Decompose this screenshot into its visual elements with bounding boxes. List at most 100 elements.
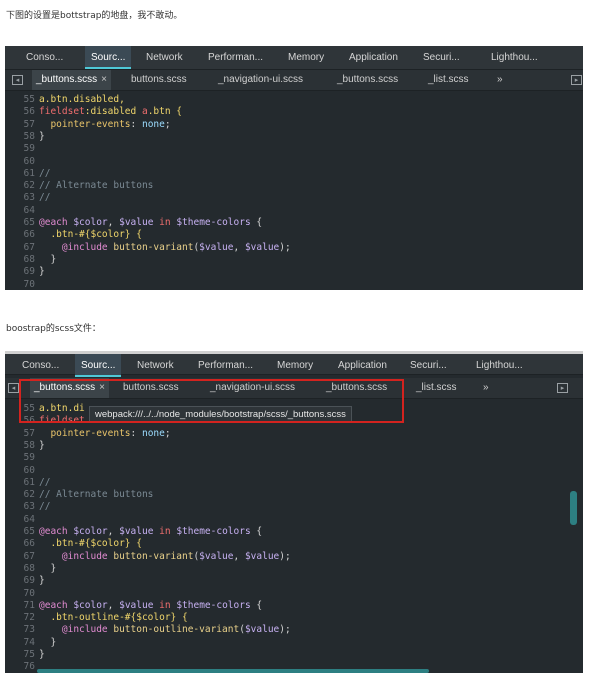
code-text: } bbox=[39, 131, 45, 142]
code-editor-1[interactable]: 55 a.btn.disabled, 56 fieldset:disabled a.b… bbox=[5, 94, 583, 290]
tab-console[interactable]: Conso... bbox=[22, 354, 59, 377]
code-text: @each $color, $value in $theme-colors { bbox=[39, 526, 262, 537]
code-editor-2[interactable]: 55 a.btn.di 56 fieldset 57 pointer-events: n… bbox=[5, 403, 583, 673]
line-number[interactable]: 61 bbox=[5, 477, 35, 488]
line-number[interactable]: 67 bbox=[5, 551, 35, 562]
line-number[interactable]: 65 bbox=[5, 526, 35, 537]
code-text: fieldset:disabled a.btn { bbox=[39, 106, 182, 117]
tab-lighthouse[interactable]: Lighthou... bbox=[476, 354, 523, 377]
line-number[interactable]: 68 bbox=[5, 254, 35, 265]
line-number[interactable]: 55 bbox=[5, 94, 35, 105]
more-tabs-button[interactable]: » bbox=[497, 70, 503, 90]
line-number[interactable]: 60 bbox=[5, 156, 35, 167]
code-token: .btn-#{$color} { bbox=[39, 538, 142, 550]
code-token: @each bbox=[39, 217, 74, 228]
scrollbar-thumb[interactable] bbox=[570, 491, 577, 525]
code-token: } bbox=[39, 439, 45, 451]
code-token: $color bbox=[73, 526, 108, 537]
code-token: none bbox=[141, 427, 165, 439]
devtools-panel-2: Conso... Sourc... Network Performan... M… bbox=[5, 351, 583, 673]
tab-application[interactable]: Application bbox=[349, 46, 398, 69]
line-number[interactable]: 57 bbox=[5, 119, 35, 130]
code-token: : bbox=[130, 427, 142, 439]
code-token: a.btn.disabled, bbox=[39, 94, 125, 105]
tab-application[interactable]: Application bbox=[338, 354, 387, 377]
line-number[interactable]: 59 bbox=[5, 143, 35, 154]
toggle-debugger-icon[interactable]: ▸ bbox=[571, 75, 582, 85]
code-text: @each $color, $value in $theme-colors { bbox=[39, 600, 262, 611]
line-number[interactable]: 72 bbox=[5, 612, 35, 623]
file-tab-buttons[interactable]: buttons.scss bbox=[131, 70, 187, 90]
line-number[interactable]: 56 bbox=[5, 106, 35, 117]
line-number[interactable]: 69 bbox=[5, 575, 35, 586]
line-number[interactable]: 71 bbox=[5, 600, 35, 611]
tab-network[interactable]: Network bbox=[146, 46, 183, 69]
code-token: , bbox=[107, 526, 120, 537]
line-number[interactable]: 59 bbox=[5, 452, 35, 463]
line-number[interactable]: 73 bbox=[5, 624, 35, 635]
code-token: ; bbox=[164, 118, 171, 130]
code-token: // Alternate buttons bbox=[39, 180, 154, 192]
code-token: ; bbox=[164, 427, 171, 439]
caption-middle: boostrap的scss文件： bbox=[6, 324, 101, 334]
line-number[interactable]: 64 bbox=[5, 514, 35, 525]
line-number[interactable]: 74 bbox=[5, 637, 35, 648]
line-number[interactable]: 68 bbox=[5, 563, 35, 574]
tab-performance[interactable]: Performan... bbox=[198, 354, 253, 377]
tab-lighthouse[interactable]: Lighthou... bbox=[491, 46, 538, 69]
line-number[interactable]: 61 bbox=[5, 168, 35, 179]
line-number[interactable]: 66 bbox=[5, 538, 35, 549]
line-number[interactable]: 57 bbox=[5, 428, 35, 439]
line-number[interactable]: 60 bbox=[5, 465, 35, 476]
code-token: $value bbox=[199, 241, 234, 253]
line-number[interactable]: 58 bbox=[5, 440, 35, 451]
line-number[interactable]: 63 bbox=[5, 192, 35, 203]
line-number[interactable]: 62 bbox=[5, 489, 35, 500]
line-number[interactable]: 65 bbox=[5, 217, 35, 228]
code-text: // bbox=[39, 477, 50, 488]
line-number[interactable]: 66 bbox=[5, 229, 35, 240]
code-token: ); bbox=[279, 241, 291, 253]
tab-memory[interactable]: Memory bbox=[288, 46, 324, 69]
line-number[interactable]: 58 bbox=[5, 131, 35, 142]
code-token: .btn { bbox=[147, 106, 183, 118]
devtools-tab-bar: Conso... Sourc... Network Performan... M… bbox=[5, 46, 583, 70]
line-number[interactable]: 62 bbox=[5, 180, 35, 191]
close-tab-icon[interactable]: × bbox=[101, 74, 107, 85]
file-tab-list[interactable]: _list.scss bbox=[428, 70, 469, 90]
code-text: .btn-#{$color} { bbox=[39, 538, 142, 549]
tab-performance[interactable]: Performan... bbox=[208, 46, 263, 69]
toggle-navigator-icon[interactable]: ◂ bbox=[12, 75, 23, 85]
line-number[interactable]: 76 bbox=[5, 661, 35, 672]
tab-console[interactable]: Conso... bbox=[26, 46, 63, 69]
line-number[interactable]: 70 bbox=[5, 279, 35, 290]
more-tabs-button[interactable]: » bbox=[483, 378, 489, 398]
toggle-navigator-icon[interactable]: ◂ bbox=[8, 383, 19, 393]
code-token: } bbox=[39, 562, 57, 574]
line-number[interactable]: 67 bbox=[5, 242, 35, 253]
line-number[interactable]: 75 bbox=[5, 649, 35, 660]
code-token: in bbox=[153, 526, 177, 537]
tab-sources[interactable]: Sourc... bbox=[85, 46, 132, 69]
tab-sources[interactable]: Sourc... bbox=[75, 354, 122, 377]
file-tab-navigation-ui[interactable]: _navigation-ui.scss bbox=[218, 70, 303, 90]
line-number[interactable]: 69 bbox=[5, 266, 35, 277]
tab-memory[interactable]: Memory bbox=[277, 354, 313, 377]
line-number[interactable]: 63 bbox=[5, 501, 35, 512]
line-number[interactable]: 70 bbox=[5, 588, 35, 599]
toggle-debugger-icon[interactable]: ▸ bbox=[557, 383, 568, 393]
file-tab-list[interactable]: _list.scss bbox=[416, 378, 457, 398]
tab-security[interactable]: Securi... bbox=[423, 46, 460, 69]
file-tab-active[interactable]: _buttons.scss × bbox=[32, 70, 111, 90]
code-token: $color bbox=[73, 217, 108, 228]
code-token: :disabled bbox=[84, 106, 142, 118]
tab-security[interactable]: Securi... bbox=[410, 354, 447, 377]
code-token: in bbox=[153, 217, 177, 228]
line-number[interactable]: 64 bbox=[5, 205, 35, 216]
tab-network[interactable]: Network bbox=[137, 354, 174, 377]
horizontal-scrollbar[interactable] bbox=[37, 669, 429, 673]
code-text: pointer-events: none; bbox=[39, 118, 171, 130]
code-token: $theme-colors bbox=[176, 217, 251, 228]
code-text: // Alternate buttons bbox=[39, 180, 153, 191]
file-tab-buttons-2[interactable]: _buttons.scss bbox=[337, 70, 398, 90]
